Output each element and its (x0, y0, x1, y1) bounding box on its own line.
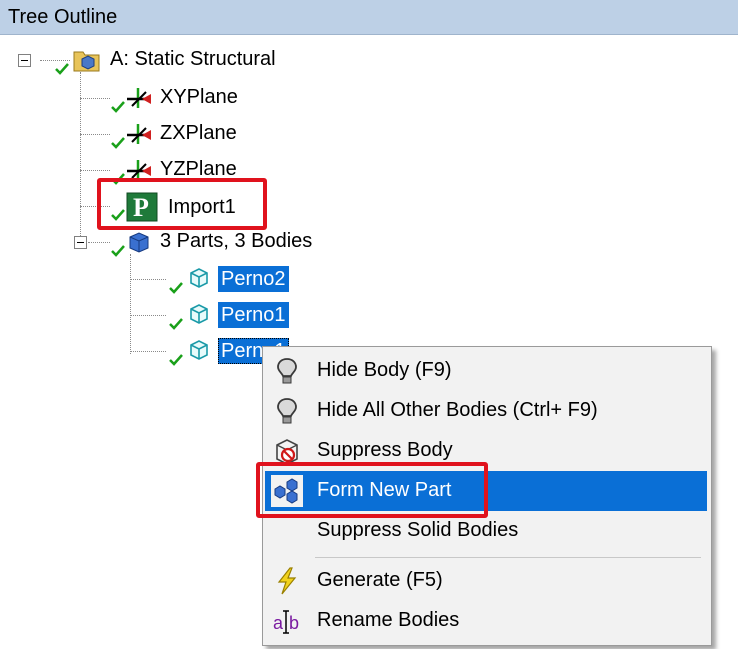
svg-text:a: a (273, 613, 284, 633)
tree-item-body-perno2[interactable]: Perno2 (218, 266, 289, 292)
rename-icon: a b (273, 610, 299, 634)
panel-title: Tree Outline (8, 6, 118, 28)
parts-bodies-icon (129, 232, 149, 253)
checkmark-icon (169, 354, 183, 366)
collapse-toggle-root[interactable] (18, 54, 31, 67)
menu-item-generate[interactable]: Generate (F5) (265, 561, 707, 601)
menu-item-rename-bodies[interactable]: a b Rename Bodies (265, 601, 707, 641)
menu-item-hide-all-other-bodies[interactable]: Hide All Other Bodies (Ctrl+ F9) (265, 391, 707, 431)
tree-outline-header: Tree Outline (0, 0, 738, 35)
tree-item-zxplane[interactable]: ZXPlane (160, 120, 237, 146)
tree-item-body-perno1[interactable]: Perno1 (218, 302, 289, 328)
menu-item-hide-body[interactable]: Hide Body (F9) (265, 351, 707, 391)
plane-axes-icon (127, 124, 151, 144)
solid-body-icon (190, 304, 208, 324)
solid-body-icon (190, 340, 208, 360)
svg-text:b: b (289, 613, 299, 633)
annotation-highlight-form-new-part (256, 462, 488, 518)
tree-item-static-structural[interactable]: A: Static Structural (110, 46, 276, 72)
menu-separator (315, 557, 701, 558)
collapse-toggle-parts[interactable] (74, 236, 87, 249)
checkmark-icon (169, 318, 183, 330)
static-structural-icon (73, 51, 100, 72)
annotation-highlight-import1 (97, 178, 267, 230)
lightning-icon (277, 567, 297, 595)
plane-axes-icon (127, 88, 151, 108)
tree-item-parts-bodies[interactable]: 3 Parts, 3 Bodies (160, 228, 312, 254)
lightbulb-icon (277, 398, 297, 424)
checkmark-icon (55, 63, 69, 75)
checkmark-icon (169, 282, 183, 294)
tree-item-xyplane[interactable]: XYPlane (160, 84, 238, 110)
solid-body-icon (190, 268, 208, 288)
lightbulb-icon (277, 358, 297, 384)
